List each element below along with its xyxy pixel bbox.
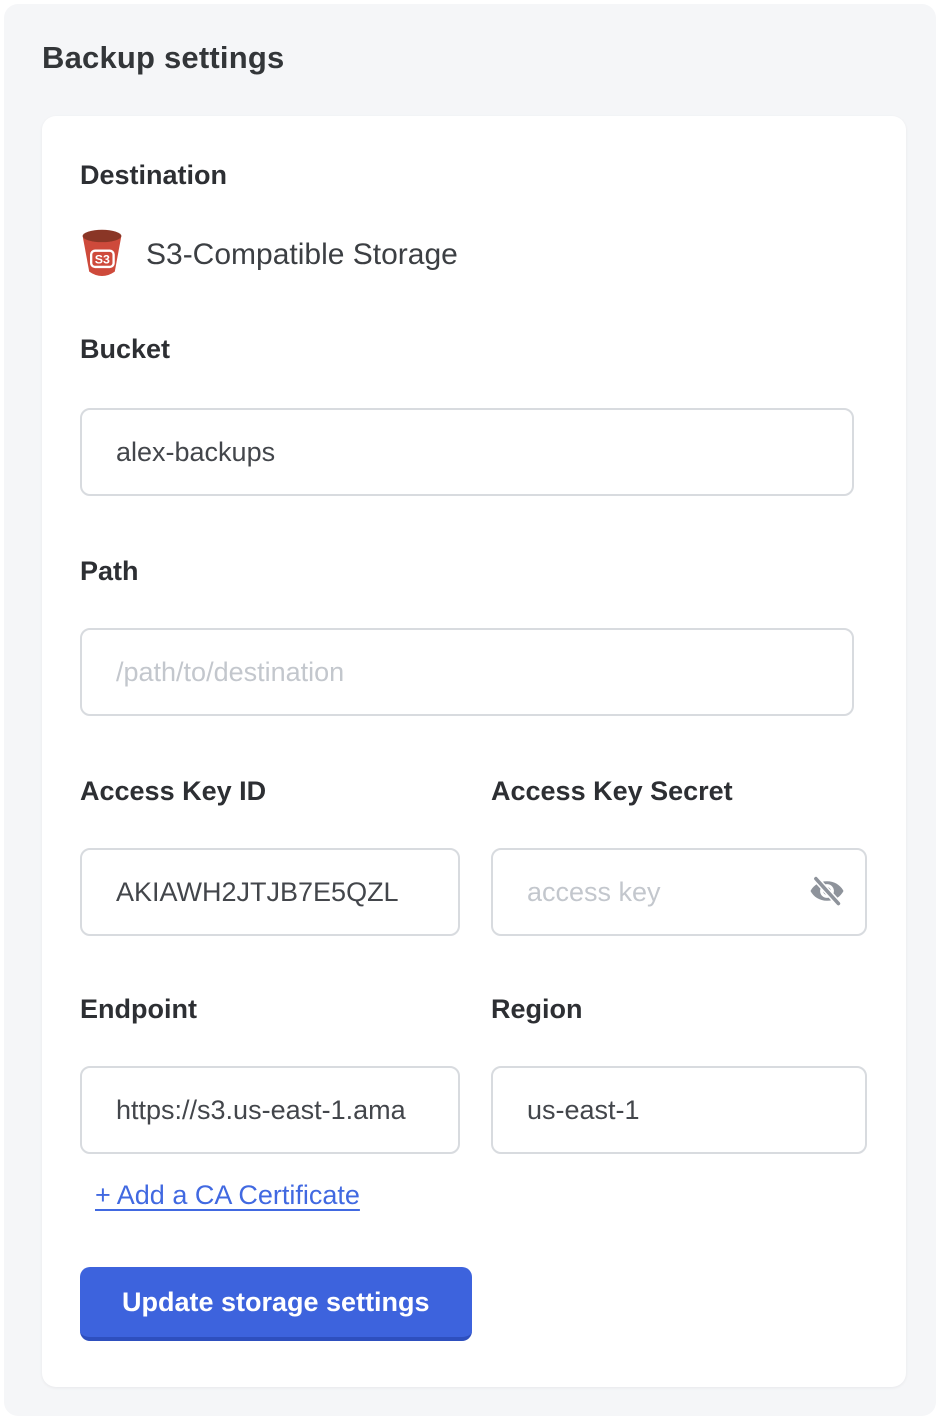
screen: Backup settings Destination S3 S3-Compat… — [0, 0, 940, 1420]
bucket-label: Bucket — [80, 334, 868, 364]
endpoint-region-labels-row: Endpoint Region — [80, 994, 868, 1024]
add-ca-certificate-link[interactable]: + Add a CA Certificate — [95, 1180, 360, 1211]
toggle-secret-visibility-button[interactable] — [807, 872, 847, 912]
access-key-id-input[interactable] — [80, 848, 460, 936]
path-input[interactable] — [80, 628, 854, 716]
bucket-input[interactable] — [80, 408, 854, 496]
svg-text:S3: S3 — [95, 252, 110, 266]
region-input[interactable] — [491, 1066, 867, 1154]
page-title: Backup settings — [42, 40, 284, 76]
endpoint-input[interactable] — [80, 1066, 460, 1154]
access-key-inputs-row — [80, 848, 868, 936]
access-key-labels-row: Access Key ID Access Key Secret — [80, 776, 868, 806]
update-storage-settings-button[interactable]: Update storage settings — [80, 1267, 472, 1341]
endpoint-region-inputs-row — [80, 1066, 868, 1154]
endpoint-label: Endpoint — [80, 994, 460, 1024]
destination-row: S3 S3-Compatible Storage — [80, 230, 868, 280]
path-label: Path — [80, 556, 868, 586]
storage-settings-card: Destination S3 S3-Compatible Storage Buc… — [42, 116, 906, 1387]
s3-bucket-icon: S3 — [80, 229, 124, 282]
eye-off-icon — [809, 873, 845, 912]
destination-label: Destination — [80, 160, 868, 190]
backup-settings-page: Backup settings Destination S3 S3-Compat… — [4, 4, 936, 1416]
destination-value: S3-Compatible Storage — [146, 238, 458, 272]
region-label: Region — [491, 994, 867, 1024]
access-key-id-label: Access Key ID — [80, 776, 460, 806]
access-key-secret-label: Access Key Secret — [491, 776, 867, 806]
